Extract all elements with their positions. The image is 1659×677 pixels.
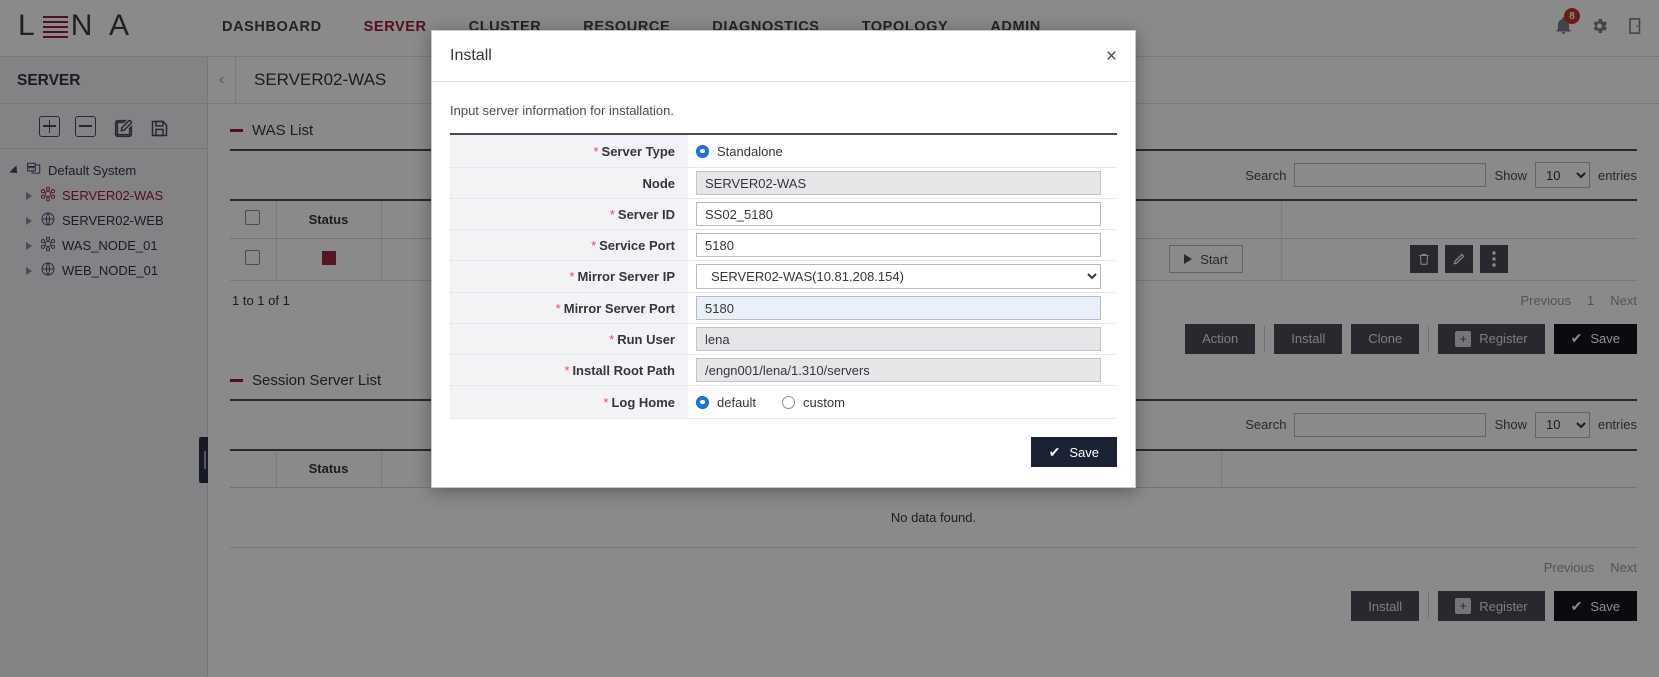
value-node	[688, 168, 1117, 199]
required-asterisk: *	[603, 395, 608, 410]
form-row-install-root-path: *Install Root Path	[450, 355, 1117, 386]
form-row-server-type: *Server Type Standalone	[450, 134, 1117, 168]
radio-standalone[interactable]: Standalone	[696, 144, 783, 159]
dialog-body: Input server information for installatio…	[432, 82, 1135, 421]
label-mirror-server-ip: *Mirror Server IP	[450, 261, 688, 293]
value-server-id	[688, 199, 1117, 230]
radio-indicator[interactable]	[696, 145, 709, 158]
node-field	[696, 171, 1101, 195]
required-asterisk: *	[564, 363, 569, 378]
form-row-log-home: *Log Home default custom	[450, 386, 1117, 419]
radio-log-home-default[interactable]: default	[696, 395, 756, 410]
form-row-node: Node	[450, 168, 1117, 199]
server-id-field[interactable]	[696, 202, 1101, 226]
value-mirror-server-ip: SERVER02-WAS(10.81.208.154)	[688, 261, 1117, 293]
required-asterisk: *	[591, 238, 596, 253]
label-log-home: *Log Home	[450, 386, 688, 419]
radio-log-home-custom[interactable]: custom	[782, 395, 845, 410]
install-root-path-field	[696, 358, 1101, 382]
label-service-port: *Service Port	[450, 230, 688, 261]
radio-label: custom	[803, 395, 845, 410]
dialog-header: Install ×	[432, 31, 1135, 82]
label-server-id: *Server ID	[450, 199, 688, 230]
dialog-save-button[interactable]: ✔ Save	[1031, 437, 1117, 467]
required-asterisk: *	[569, 269, 574, 284]
form-row-server-id: *Server ID	[450, 199, 1117, 230]
application-window: L N A DASHBOARD SERVER CLUSTER RESOURCE …	[0, 0, 1659, 677]
radio-indicator[interactable]	[782, 396, 795, 409]
required-asterisk: *	[610, 207, 615, 222]
radio-label: Standalone	[717, 144, 783, 159]
value-install-root-path	[688, 355, 1117, 386]
label-server-type: *Server Type	[450, 134, 688, 168]
required-asterisk: *	[556, 301, 561, 316]
radio-label: default	[717, 395, 756, 410]
dialog-footer: ✔ Save	[432, 421, 1135, 487]
label-run-user: *Run User	[450, 324, 688, 355]
label-node: Node	[450, 168, 688, 199]
value-run-user	[688, 324, 1117, 355]
radio-indicator[interactable]	[696, 396, 709, 409]
value-mirror-server-port	[688, 293, 1117, 324]
required-asterisk: *	[609, 332, 614, 347]
dialog-description: Input server information for installatio…	[450, 103, 1117, 118]
install-form: *Server Type Standalone Node	[450, 133, 1117, 419]
label-install-root-path: *Install Root Path	[450, 355, 688, 386]
value-service-port	[688, 230, 1117, 261]
run-user-field	[696, 327, 1101, 351]
form-row-service-port: *Service Port	[450, 230, 1117, 261]
check-icon: ✔	[1049, 444, 1061, 461]
mirror-server-ip-select[interactable]: SERVER02-WAS(10.81.208.154)	[696, 264, 1101, 289]
required-asterisk: *	[593, 144, 598, 159]
form-row-mirror-server-port: *Mirror Server Port	[450, 293, 1117, 324]
close-icon[interactable]: ×	[1106, 47, 1117, 66]
value-server-type: Standalone	[688, 134, 1117, 168]
value-log-home: default custom	[688, 386, 1117, 419]
label-mirror-server-port: *Mirror Server Port	[450, 293, 688, 324]
install-dialog: Install × Input server information for i…	[431, 30, 1136, 488]
dialog-title: Install	[450, 47, 1106, 65]
mirror-server-port-field[interactable]	[696, 296, 1101, 320]
form-row-mirror-server-ip: *Mirror Server IP SERVER02-WAS(10.81.208…	[450, 261, 1117, 293]
form-row-run-user: *Run User	[450, 324, 1117, 355]
service-port-field[interactable]	[696, 233, 1101, 257]
